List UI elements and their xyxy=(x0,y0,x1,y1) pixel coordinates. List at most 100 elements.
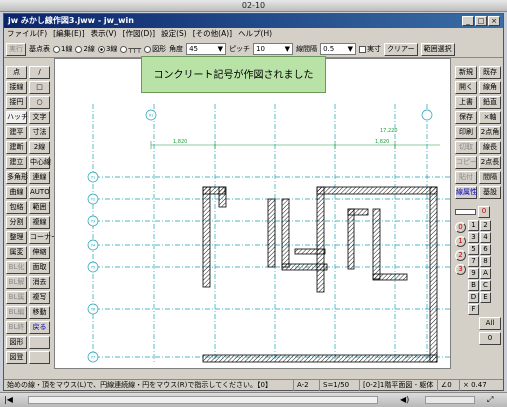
right-tool-5-0[interactable]: 切取 xyxy=(455,141,477,154)
clear-button[interactable]: クリアー xyxy=(384,42,418,56)
right-tool-1-1[interactable]: 線角 xyxy=(479,81,501,94)
left-tool-7-1[interactable]: 連線 xyxy=(29,171,50,184)
maximize-button[interactable]: □ xyxy=(475,16,487,26)
layer-group-button-1[interactable]: 1 xyxy=(455,236,466,247)
layer-group-button-2[interactable]: 2 xyxy=(455,250,466,261)
left-tool-0-0[interactable]: 点 xyxy=(6,66,27,79)
left-tool-17-0[interactable]: BL終 xyxy=(6,321,27,334)
left-tool-11-0[interactable]: 整理 xyxy=(6,231,27,244)
left-tool-5-1[interactable]: 2線 xyxy=(29,141,50,154)
status-angle[interactable]: ∠0 xyxy=(438,380,460,391)
left-tool-10-0[interactable]: 分割 xyxy=(6,216,27,229)
layer-group-button-3[interactable]: 3 xyxy=(455,264,466,275)
menu-help[interactable]: ヘルプ(H) xyxy=(238,28,272,40)
layer-button-7-0[interactable]: F xyxy=(468,304,479,315)
left-tool-8-0[interactable]: 曲線 xyxy=(6,186,27,199)
layer-button-2-0[interactable]: 5 xyxy=(468,244,479,255)
left-tool-13-1[interactable]: 面取 xyxy=(29,261,50,274)
left-tool-15-1[interactable]: 複写 xyxy=(29,291,50,304)
rewind-icon[interactable]: |◀ xyxy=(4,395,13,404)
volume-slider[interactable] xyxy=(425,396,475,404)
menu-view[interactable]: 表示(V) xyxy=(91,28,117,40)
radio-2line[interactable]: 2線 xyxy=(75,44,95,54)
layer-button-4-1[interactable]: A xyxy=(480,268,491,279)
layer-group-button-0[interactable]: 0 xyxy=(455,222,466,233)
layer-button-3-1[interactable]: 8 xyxy=(480,256,491,267)
left-tool-7-0[interactable]: 多角形 xyxy=(6,171,28,184)
left-tool-12-0[interactable]: 属変 xyxy=(6,246,27,259)
left-tool-0-1[interactable]: / xyxy=(29,66,50,79)
volume-icon[interactable]: ◀) xyxy=(400,395,409,404)
left-tool-4-1[interactable]: 寸法 xyxy=(29,126,50,139)
menu-draw[interactable]: [作図(D)] xyxy=(123,28,155,40)
layer-button-6-1[interactable]: E xyxy=(480,292,491,303)
left-tool-6-1[interactable]: 中心線 xyxy=(29,156,51,169)
layer-button-2-1[interactable]: 6 xyxy=(480,244,491,255)
right-tool-8-1[interactable]: 基設 xyxy=(479,186,501,199)
minimize-button[interactable]: _ xyxy=(462,16,474,26)
left-tool-15-0[interactable]: BL属 xyxy=(6,291,27,304)
left-tool-1-0[interactable]: 接線 xyxy=(6,81,27,94)
menu-edit[interactable]: [編集(E)] xyxy=(53,28,84,40)
right-tool-4-0[interactable]: 印刷 xyxy=(455,126,477,139)
left-tool-3-1[interactable]: 文字 xyxy=(29,111,50,124)
right-tool-0-0[interactable]: 新規 xyxy=(455,66,477,79)
layer-button-4-0[interactable]: 9 xyxy=(468,268,479,279)
status-zoom[interactable]: × 0.47 xyxy=(460,380,503,391)
radio-shape[interactable]: 図形 xyxy=(144,44,166,54)
progress-track[interactable] xyxy=(28,396,378,404)
left-tool-13-0[interactable]: BL化 xyxy=(6,261,27,274)
left-tool-11-1[interactable]: コーナー xyxy=(29,231,58,244)
layer-zero-button[interactable]: 0 xyxy=(479,332,501,345)
menu-other[interactable]: [その他(A)] xyxy=(193,28,232,40)
menu-file[interactable]: ファイル(F) xyxy=(7,28,47,40)
left-tool-4-0[interactable]: 建平 xyxy=(6,126,27,139)
left-tool-2-0[interactable]: 接円 xyxy=(6,96,27,109)
left-tool-10-1[interactable]: 複線 xyxy=(29,216,50,229)
right-tool-7-0[interactable]: 貼付 xyxy=(455,171,477,184)
left-tool-5-0[interactable]: 建断 xyxy=(6,141,27,154)
line-color-swatch[interactable] xyxy=(455,209,476,215)
angle-select[interactable]: 45 ▼ xyxy=(186,43,227,55)
width-select[interactable]: 0.5 ▼ xyxy=(320,43,357,55)
left-tool-14-1[interactable]: 消去 xyxy=(29,276,50,289)
pitch-select[interactable]: 10 ▼ xyxy=(253,43,294,55)
layer-button-0-1[interactable]: 2 xyxy=(480,220,491,231)
status-layer[interactable]: [0-2]1階平面図 - 躯体 xyxy=(360,380,438,391)
left-tool-9-1[interactable]: 範囲 xyxy=(29,201,50,214)
radio-3line[interactable]: 3線 xyxy=(97,44,117,54)
range-select-button[interactable]: 範囲選択 xyxy=(420,42,455,56)
left-tool-2-1[interactable]: ○ xyxy=(29,96,50,109)
right-tool-3-1[interactable]: ×軸 xyxy=(479,111,501,124)
right-tool-4-1[interactable]: 2点角 xyxy=(479,126,501,139)
layer-button-1-1[interactable]: 4 xyxy=(480,232,491,243)
left-tool-8-1[interactable]: AUTO xyxy=(29,186,50,199)
close-button[interactable]: × xyxy=(488,16,500,26)
right-tool-2-1[interactable]: 鉛直 xyxy=(479,96,501,109)
radio-1line[interactable]: 1線 xyxy=(53,44,72,54)
layer-current-button[interactable]: 0 xyxy=(478,206,490,218)
actual-size-checkbox[interactable]: 実寸 xyxy=(359,44,381,54)
layer-button-1-0[interactable]: 3 xyxy=(468,232,479,243)
left-tool-16-0[interactable]: BL編 xyxy=(6,306,27,319)
run-button[interactable]: 実行 xyxy=(6,42,26,56)
right-tool-5-1[interactable]: 線長 xyxy=(479,141,501,154)
right-tool-3-0[interactable]: 保存 xyxy=(455,111,477,124)
status-scale[interactable]: S=1/50 xyxy=(320,380,360,391)
layer-button-5-1[interactable]: C xyxy=(480,280,491,291)
left-tool-12-1[interactable]: 伸縮 xyxy=(29,246,50,259)
left-tool-14-0[interactable]: BL解 xyxy=(6,276,27,289)
left-tool-19-0[interactable]: 図登 xyxy=(6,351,27,364)
left-tool-3-0[interactable]: ハッチ xyxy=(6,111,28,124)
right-tool-0-1[interactable]: 既存 xyxy=(479,66,501,79)
layer-button-5-0[interactable]: B xyxy=(468,280,479,291)
right-tool-8-0[interactable]: 線属性 xyxy=(455,186,477,199)
right-tool-6-0[interactable]: コピー xyxy=(455,156,477,169)
left-tool-16-1[interactable]: 移動 xyxy=(29,306,50,319)
left-tool-9-0[interactable]: 包絡 xyxy=(6,201,27,214)
radio-pattern[interactable]: ┬┬┬ xyxy=(120,45,141,53)
drawing-canvas[interactable]: 1,820 1,820 17,220 X1 Y1 Y2 Y3 Y4 Y5 Y6 … xyxy=(54,58,451,369)
status-paper[interactable]: A-2 xyxy=(294,380,320,391)
layer-button-3-0[interactable]: 7 xyxy=(468,256,479,267)
layer-all-button[interactable]: All xyxy=(479,317,501,330)
